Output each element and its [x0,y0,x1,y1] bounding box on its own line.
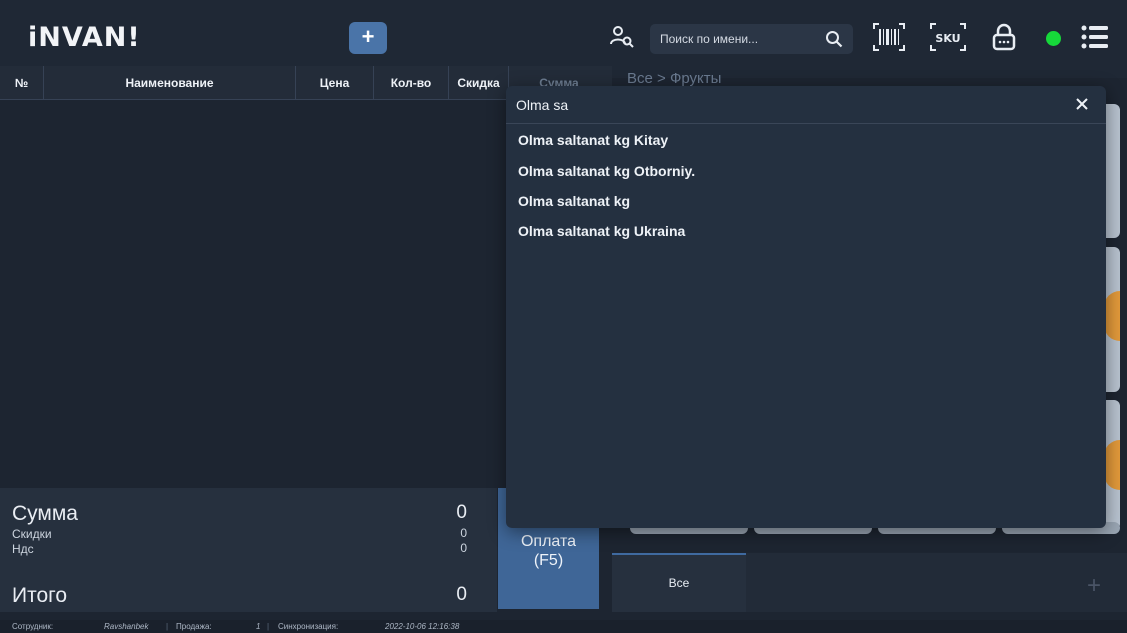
search-result-item[interactable]: Olma saltanat kg Ukraina [518,223,685,239]
fruit-image [1104,440,1120,490]
discount-value: 0 [460,526,467,540]
status-indicator [1046,31,1061,46]
pay-button-label: Оплата [520,533,577,550]
vat-label: Ндс [12,542,34,556]
search-result-item[interactable]: Olma saltanat kg Kitay [518,132,668,148]
barcode-icon[interactable] [872,21,906,53]
add-category-button[interactable]: + [1087,572,1101,600]
column-price: Цена [296,66,374,100]
sku-icon[interactable]: SKU [928,21,968,53]
breadcrumb[interactable]: Все > Фрукты [627,70,721,87]
discount-label: Скидки [12,527,52,541]
search-icon[interactable] [825,30,843,48]
menu-icon[interactable] [1081,24,1109,50]
search-result-item[interactable]: Olma saltanat kg Otborniy. [518,163,695,179]
lock-icon[interactable] [991,23,1017,51]
status-separator: | [166,622,169,631]
totals-panel: Сумма 0 Скидки 0 Ндс 0 Итого 0 [0,488,497,612]
sum-value: 0 [456,502,467,523]
sync-label: Синхронизация: [278,622,339,631]
column-name: Наименование [44,66,296,100]
total-label: Итого [12,584,68,607]
search-input[interactable] [660,29,820,49]
sale-label: Продажа: [176,622,212,631]
column-discount: Скидка [449,66,509,100]
column-number: № [0,66,44,100]
sync-value: 2022-10-06 12:16:38 [385,622,460,631]
status-bar: Сотрудник: Ravshanbek | Продажа: 1 | Син… [0,620,1127,633]
employee-value: Ravshanbek [104,622,149,631]
total-value: 0 [456,584,467,605]
app-logo: iNVAN! [28,22,141,53]
pay-button-shortcut: (F5) [533,552,564,569]
column-quantity: Кол-во [374,66,449,100]
add-button[interactable]: + [349,22,387,54]
search-results-popup: Olma saltanat kg Kitay Olma saltanat kg … [506,86,1106,528]
fruit-image [1104,291,1120,341]
search-result-item[interactable]: Olma saltanat kg [518,193,630,209]
employee-label: Сотрудник: [12,622,54,631]
category-tab-all[interactable]: Все [612,553,746,612]
divider [506,123,1106,124]
sum-label: Сумма [12,502,78,525]
close-icon[interactable] [1074,96,1090,112]
status-separator: | [267,622,270,631]
sku-icon-label: SKU [935,32,960,45]
sale-value: 1 [256,622,261,631]
vat-value: 0 [460,541,467,555]
search-box[interactable] [650,24,853,54]
user-search-icon[interactable] [609,24,635,50]
product-search-input[interactable] [516,92,1056,118]
